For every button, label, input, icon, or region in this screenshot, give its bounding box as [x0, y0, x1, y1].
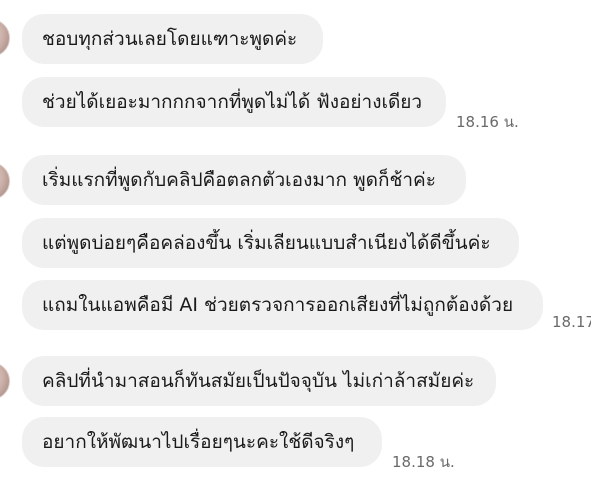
sender-avatar[interactable]	[0, 362, 10, 400]
message-bubble[interactable]: แถมในแอพคือมี AI ช่วยตรวจการออกเสียงที่ไ…	[22, 280, 543, 330]
message-text: คลิปที่นำมาสอนก็ทันสมัยเป็นปัจจุบัน ไม่เ…	[42, 370, 475, 392]
sender-avatar[interactable]	[0, 162, 10, 200]
message-text: เริ่มแรกที่พูดกับคลิปคือตลกตัวเองมาก พูด…	[42, 169, 436, 191]
sender-avatar[interactable]	[0, 19, 10, 57]
message-text: แต่พูดบ่อยๆคือคล่องขึ้น เริ่มเลียนแบบสำเ…	[42, 232, 491, 254]
message-text: อยากให้พัฒนาไปเรื่อยๆนะคะใช้ดีจริงๆ	[42, 431, 355, 453]
message-text: แถมในแอพคือมี AI ช่วยตรวจการออกเสียงที่ไ…	[42, 294, 514, 316]
message-bubble[interactable]: คลิปที่นำมาสอนก็ทันสมัยเป็นปัจจุบัน ไม่เ…	[22, 356, 496, 406]
message-bubble[interactable]: อยากให้พัฒนาไปเรื่อยๆนะคะใช้ดีจริงๆ	[22, 417, 382, 467]
message-text: ชอบทุกส่วนเลยโดยแฑาะพูดค่ะ	[42, 28, 298, 50]
message-text: ช่วยได้เยอะมากกกจากที่พูดไม่ได้ ฟังอย่าง…	[42, 91, 423, 113]
message-timestamp: 18.16 น.	[456, 113, 519, 131]
message-bubble[interactable]: เริ่มแรกที่พูดกับคลิปคือตลกตัวเองมาก พูด…	[22, 155, 466, 205]
message-bubble[interactable]: ชอบทุกส่วนเลยโดยแฑาะพูดค่ะ	[22, 14, 323, 64]
message-timestamp: 18.17	[552, 313, 591, 331]
message-timestamp: 18.18 น.	[392, 453, 455, 471]
message-bubble[interactable]: แต่พูดบ่อยๆคือคล่องขึ้น เริ่มเลียนแบบสำเ…	[22, 218, 519, 268]
chat-thread: ชอบทุกส่วนเลยโดยแฑาะพูดค่ะ ช่วยได้เยอะมา…	[0, 0, 591, 477]
message-bubble[interactable]: ช่วยได้เยอะมากกกจากที่พูดไม่ได้ ฟังอย่าง…	[22, 77, 446, 127]
